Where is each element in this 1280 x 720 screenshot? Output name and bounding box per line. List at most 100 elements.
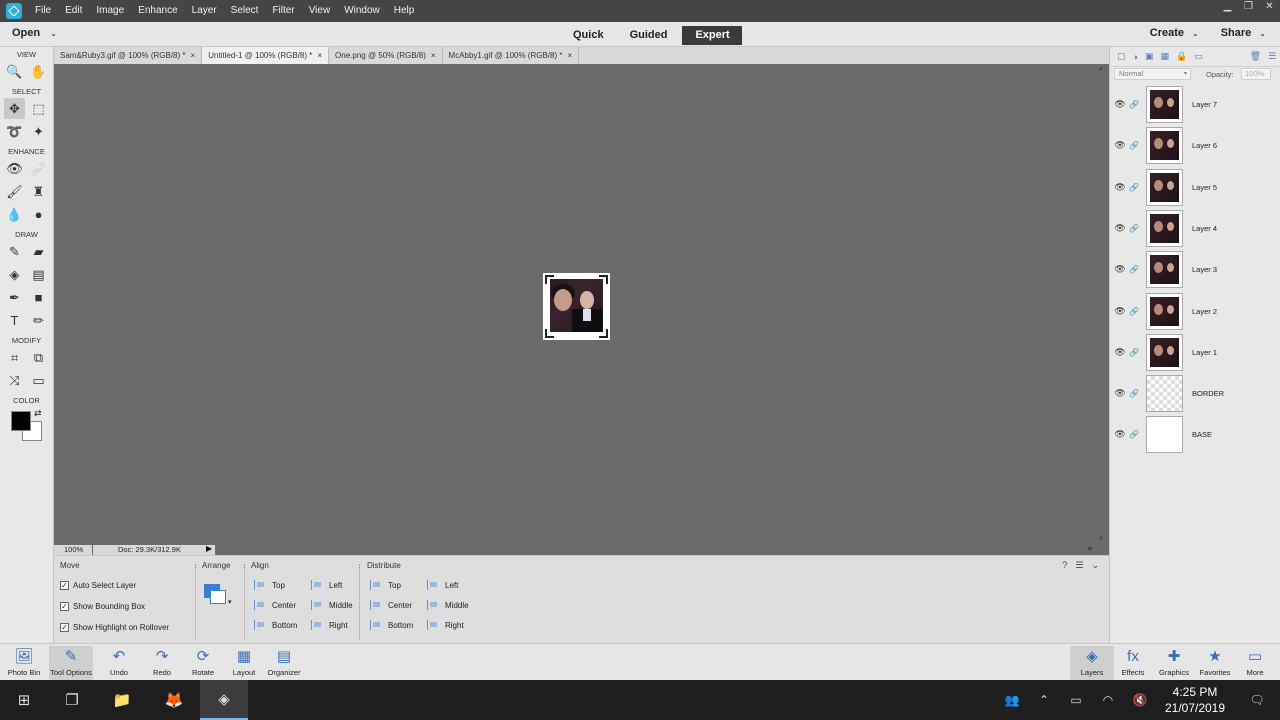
layer-row[interactable]: 👁 🔗 Layer 3 bbox=[1110, 249, 1280, 290]
red-eye-icon[interactable]: 👁 bbox=[4, 158, 25, 179]
visibility-eye-icon[interactable]: 👁 bbox=[1112, 264, 1128, 275]
menu-edit[interactable]: Edit bbox=[58, 0, 89, 22]
show-bounding-box-checkbox[interactable]: ✓ Show Bounding Box bbox=[60, 602, 145, 611]
link-icon[interactable]: 🔗 bbox=[1128, 265, 1140, 274]
zoom-icon[interactable]: 🔍 bbox=[4, 61, 25, 82]
menu-view[interactable]: View bbox=[302, 0, 338, 22]
link-icon[interactable]: 🔗 bbox=[1128, 100, 1140, 109]
lasso-icon[interactable]: ➰ bbox=[4, 121, 25, 142]
menu-file[interactable]: File bbox=[28, 0, 58, 22]
shape-icon[interactable]: ■ bbox=[28, 287, 49, 308]
blur-icon[interactable]: 💧 bbox=[4, 204, 25, 225]
layer-row[interactable]: 👁 🔗 Layer 7 bbox=[1110, 84, 1280, 125]
align-middle-button[interactable]: Middle bbox=[311, 600, 353, 610]
arrange-button[interactable]: ▾ bbox=[204, 584, 232, 610]
scroll-right-icon[interactable]: ▶ bbox=[1088, 545, 1093, 552]
windows-start-icon[interactable]: ⊞ bbox=[0, 680, 48, 720]
arrange-dropdown-icon[interactable]: ▾ bbox=[228, 598, 232, 606]
close-tab-icon[interactable]: × bbox=[431, 51, 436, 60]
close-tab-icon[interactable]: × bbox=[191, 51, 196, 60]
eyedropper-icon[interactable]: ✒ bbox=[4, 287, 25, 308]
wifi-icon[interactable]: ◠ bbox=[1092, 693, 1124, 707]
layer-row[interactable]: 👁 🔗 Layer 4 bbox=[1110, 208, 1280, 249]
open-button[interactable]: Open ⌄ bbox=[12, 27, 57, 39]
volume-muted-icon[interactable]: 🔇 bbox=[1124, 693, 1156, 707]
photo-bin-button[interactable]: 🖼 Photo Bin bbox=[2, 646, 46, 680]
link-icon[interactable]: 🔗 bbox=[1128, 307, 1140, 316]
restore-button[interactable]: ❐ bbox=[1238, 0, 1259, 14]
show-hidden-icons-icon[interactable]: ⌃ bbox=[1028, 693, 1060, 707]
photoshop-elements-icon[interactable]: ◈ bbox=[200, 680, 248, 720]
document-tab[interactable]: McAbby1.gif @ 100% (RGB/8) * × bbox=[443, 47, 580, 64]
vertical-scrollbar[interactable]: ▲ ▼ bbox=[1095, 64, 1109, 544]
layer-mask-icon[interactable]: ▣ bbox=[1145, 51, 1154, 62]
blend-mode-select[interactable]: Normal ▾ bbox=[1114, 68, 1191, 80]
document-tab[interactable]: Sam&Ruby3.gif @ 100% (RGB/8) * × bbox=[54, 47, 203, 64]
collapse-panel-icon[interactable]: ⌄ bbox=[1091, 560, 1099, 571]
gradient-icon[interactable]: ▤ bbox=[28, 264, 49, 285]
lock-all-icon[interactable]: 🔒 bbox=[1176, 51, 1187, 62]
document-tab[interactable]: One.png @ 50% (RGB/8) × bbox=[329, 47, 443, 64]
favorites-panel-button[interactable]: ★ Favorites bbox=[1193, 646, 1237, 680]
brush-icon[interactable]: ✎ bbox=[4, 241, 25, 262]
distribute-middle-button[interactable]: Middle bbox=[427, 600, 469, 610]
distribute-bottom-button[interactable]: Bottom bbox=[370, 620, 413, 630]
menu-help[interactable]: Help bbox=[387, 0, 422, 22]
visibility-eye-icon[interactable]: 👁 bbox=[1112, 388, 1128, 399]
more-panel-button[interactable]: ▭ More bbox=[1233, 646, 1277, 680]
undo-button[interactable]: ↶ Undo bbox=[97, 646, 141, 680]
new-layer-icon[interactable]: ▢ bbox=[1117, 51, 1126, 62]
clone-stamp-icon[interactable]: ♜ bbox=[28, 181, 49, 202]
visibility-eye-icon[interactable]: 👁 bbox=[1112, 429, 1128, 440]
adjustment-layer-icon[interactable]: ◑ bbox=[1133, 52, 1138, 62]
task-view-icon[interactable]: ❐ bbox=[48, 680, 96, 720]
redo-button[interactable]: ↷ Redo bbox=[140, 646, 184, 680]
create-button[interactable]: Create ⌄ bbox=[1150, 27, 1199, 39]
type-icon[interactable]: T bbox=[4, 310, 25, 331]
effects-panel-button[interactable]: fx Effects bbox=[1111, 646, 1155, 680]
auto-select-layer-checkbox[interactable]: ✓ Auto Select Layer bbox=[60, 581, 136, 590]
mode-tab-quick[interactable]: Quick bbox=[560, 26, 617, 45]
menu-image[interactable]: Image bbox=[89, 0, 131, 22]
minimize-button[interactable]: ▁ bbox=[1217, 0, 1238, 14]
checkbox-box[interactable]: ✓ bbox=[60, 602, 69, 611]
file-explorer-icon[interactable]: 📁 bbox=[98, 680, 146, 720]
move-icon[interactable]: ✥ bbox=[4, 98, 25, 119]
content-aware-move-icon[interactable]: ⤨ bbox=[4, 370, 25, 391]
foreground-color-swatch[interactable] bbox=[11, 411, 31, 431]
delete-layer-icon[interactable]: 🗑 bbox=[1250, 51, 1261, 62]
distribute-left-button[interactable]: Left bbox=[427, 580, 458, 590]
healing-icon[interactable]: 🩹 bbox=[28, 158, 49, 179]
visibility-eye-icon[interactable]: 👁 bbox=[1112, 99, 1128, 110]
menu-enhance[interactable]: Enhance bbox=[131, 0, 184, 22]
layer-row[interactable]: 👁 🔗 BORDER bbox=[1110, 373, 1280, 414]
open-dropdown-icon[interactable]: ⌄ bbox=[50, 29, 57, 38]
smart-brush-icon[interactable]: 🖌 bbox=[4, 181, 25, 202]
hand-icon[interactable]: ✋ bbox=[28, 61, 49, 82]
magic-wand-icon[interactable]: ✦ bbox=[28, 121, 49, 142]
crop-icon[interactable]: ⌗ bbox=[4, 347, 25, 368]
distribute-top-button[interactable]: Top bbox=[370, 580, 401, 590]
battery-icon[interactable]: ▭ bbox=[1060, 693, 1092, 707]
menu-filter[interactable]: Filter bbox=[265, 0, 301, 22]
show-highlight-checkbox[interactable]: ✓ Show Highlight on Rollover bbox=[60, 623, 169, 632]
visibility-eye-icon[interactable]: 👁 bbox=[1112, 347, 1128, 358]
link-icon[interactable]: 🔗 bbox=[1128, 348, 1140, 357]
close-tab-icon[interactable]: × bbox=[317, 51, 322, 60]
layer-row[interactable]: 👁 🔗 Layer 6 bbox=[1110, 125, 1280, 166]
status-menu-arrow-icon[interactable]: ▶ bbox=[206, 544, 212, 553]
mode-tab-expert[interactable]: Expert bbox=[682, 26, 743, 45]
align-right-button[interactable]: Right bbox=[311, 620, 348, 630]
visibility-eye-icon[interactable]: 👁 bbox=[1112, 140, 1128, 151]
mode-tab-guided[interactable]: Guided bbox=[617, 26, 681, 45]
link-icon[interactable]: 🔗 bbox=[1128, 183, 1140, 192]
close-tab-icon[interactable]: × bbox=[567, 51, 572, 60]
align-bottom-button[interactable]: Bottom bbox=[254, 620, 297, 630]
scroll-down-icon[interactable]: ▼ bbox=[1098, 536, 1104, 542]
canvas-area[interactable] bbox=[54, 64, 1095, 544]
layer-row[interactable]: 👁 🔗 Layer 2 bbox=[1110, 291, 1280, 332]
opacity-field[interactable]: 100% bbox=[1241, 68, 1271, 80]
layer-row[interactable]: 👁 🔗 Layer 1 bbox=[1110, 332, 1280, 373]
sponge-icon[interactable]: ● bbox=[28, 204, 49, 225]
options-menu-icon[interactable]: ☰ bbox=[1075, 560, 1083, 571]
